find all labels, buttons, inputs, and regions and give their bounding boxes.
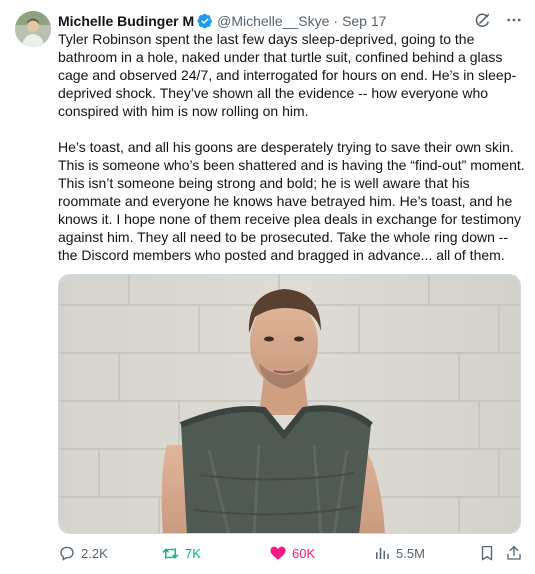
separator: · [333, 13, 339, 29]
display-name[interactable]: Michelle Budinger M [58, 12, 194, 30]
tweet-actions: 2.2K 7K 60K 5.5M [58, 544, 523, 566]
like-count: 60K [292, 545, 316, 561]
verified-badge-icon [197, 13, 213, 29]
avatar[interactable] [15, 11, 51, 47]
repost-count: 7K [185, 546, 201, 561]
timestamp[interactable]: Sep 17 [342, 12, 386, 30]
reply-button[interactable]: 2.2K [58, 544, 108, 562]
tweet-media-image[interactable] [58, 274, 521, 534]
analytics-icon [373, 544, 391, 562]
view-count: 5.5M [396, 545, 425, 561]
more-icon[interactable] [505, 11, 523, 29]
grok-icon[interactable] [473, 11, 491, 29]
bookmark-button[interactable] [478, 544, 496, 562]
tweet-paragraph-1: Tyler Robinson spent the last few days s… [58, 31, 517, 119]
like-button[interactable]: 60K [269, 544, 315, 562]
handle[interactable]: @Michelle__Skye [217, 12, 329, 30]
tweet-header: Michelle Budinger M @Michelle__Skye · Se… [58, 11, 523, 31]
share-icon [505, 544, 523, 562]
heart-icon [269, 544, 287, 562]
reply-count: 2.2K [81, 545, 108, 561]
tweet[interactable]: Michelle Budinger M @Michelle__Skye · Se… [0, 0, 535, 574]
views-button[interactable]: 5.5M [373, 544, 425, 562]
bookmark-icon [478, 544, 496, 562]
reply-icon [58, 544, 76, 562]
tweet-paragraph-2: He’s toast, and all his goons are desper… [58, 139, 529, 263]
share-button[interactable] [505, 544, 523, 562]
repost-button[interactable]: 7K [161, 544, 201, 563]
tweet-text: Tyler Robinson spent the last few days s… [58, 30, 526, 264]
repost-icon [161, 544, 180, 563]
